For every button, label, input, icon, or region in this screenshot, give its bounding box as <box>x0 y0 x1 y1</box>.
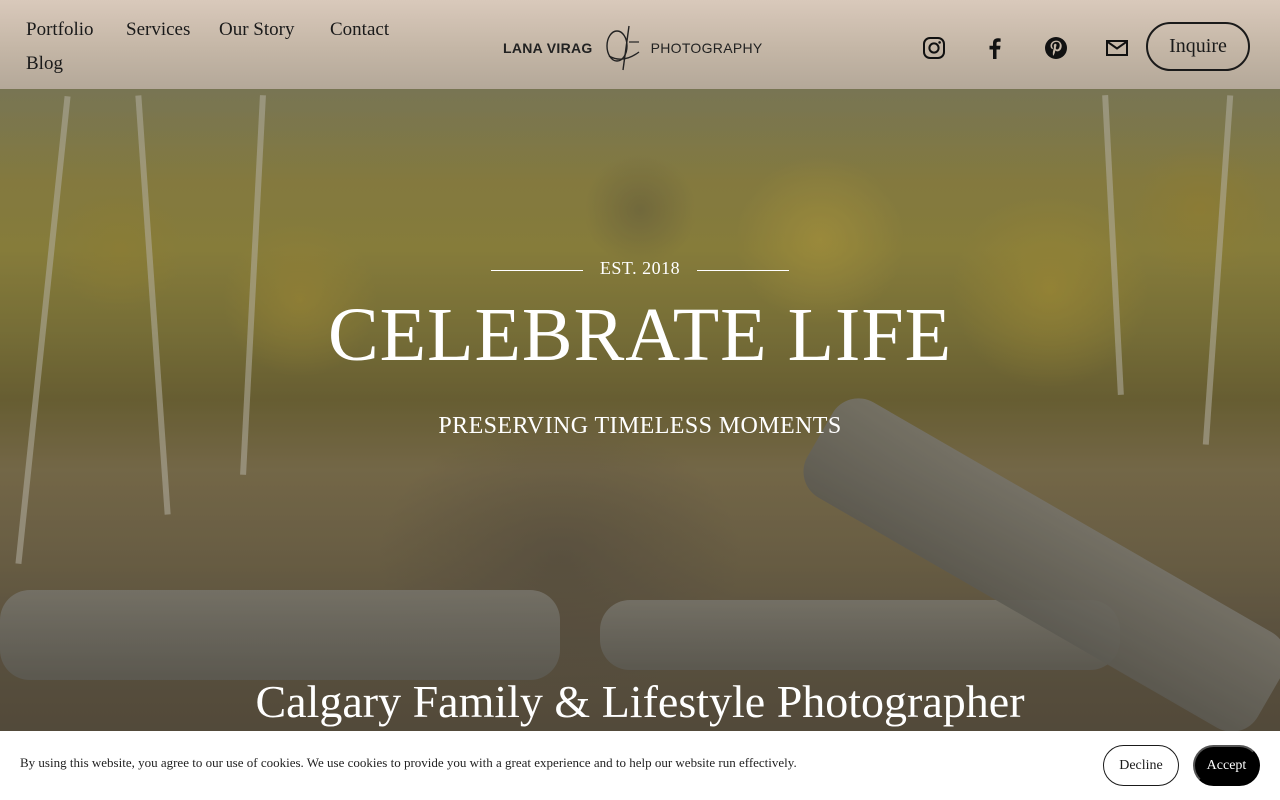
email-icon[interactable] <box>1104 35 1130 61</box>
site-logo[interactable]: LANA VIRAG PHOTOGRAPHY <box>503 24 783 72</box>
nav-link-portfolio[interactable]: Portfolio <box>26 16 94 44</box>
nav-link-services[interactable]: Services <box>126 16 190 44</box>
logo-monogram-icon <box>605 25 640 71</box>
decline-button[interactable]: Decline <box>1103 745 1179 786</box>
cookie-banner: By using this website, you agree to our … <box>0 731 1280 800</box>
accept-button[interactable]: Accept <box>1193 745 1260 786</box>
inquire-button[interactable]: Inquire <box>1146 22 1250 71</box>
instagram-icon[interactable] <box>921 35 947 61</box>
nav-link-contact[interactable]: Contact <box>330 16 389 44</box>
facebook-icon[interactable] <box>982 35 1008 61</box>
logo-photography: PHOTOGRAPHY <box>650 40 763 56</box>
logo-name: LANA VIRAG <box>503 40 593 56</box>
hero-tagline: Calgary Family & Lifestyle Photographer <box>255 676 1025 727</box>
hero-title: CELEBRATE LIFE <box>327 293 953 377</box>
est-divider-right <box>697 270 789 271</box>
site-header: Portfolio Services Our Story Contact Blo… <box>0 0 1280 89</box>
nav-link-blog[interactable]: Blog <box>26 50 63 78</box>
pinterest-icon[interactable] <box>1043 35 1069 61</box>
cookie-message: By using this website, you agree to our … <box>20 755 797 770</box>
est-label: EST. 2018 <box>599 258 681 278</box>
hero-subtitle: PRESERVING TIMELESS MOMENTS <box>438 413 842 439</box>
nav-link-our-story[interactable]: Our Story <box>219 16 294 44</box>
